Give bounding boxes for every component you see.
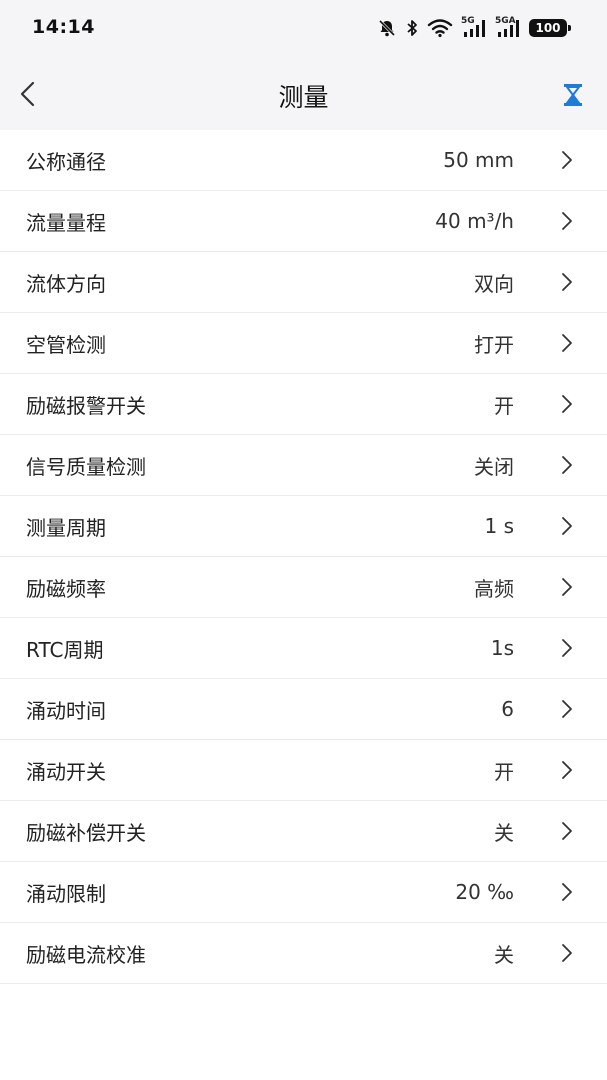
- item-label: 信号质量检测: [26, 454, 146, 479]
- history-button[interactable]: [559, 80, 587, 110]
- chevron-right-icon: [562, 456, 572, 474]
- bluetooth-icon: [405, 18, 419, 38]
- item-value: 20 ‰: [455, 880, 514, 904]
- item-label: 流量量程: [26, 210, 106, 235]
- chevron-right-icon: [562, 212, 572, 230]
- list-item-excitation-frequency[interactable]: 励磁频率 高频: [0, 557, 607, 618]
- item-value: 关: [494, 942, 514, 967]
- item-label: 空管检测: [26, 332, 106, 357]
- item-label: 涌动开关: [26, 759, 106, 784]
- item-value: 开: [494, 759, 514, 784]
- list-item-rtc-period[interactable]: RTC周期 1s: [0, 618, 607, 679]
- status-time: 14:14: [32, 16, 95, 38]
- navigation-bar: 测量: [0, 58, 607, 130]
- item-label: 励磁报警开关: [26, 393, 146, 418]
- item-label: 励磁补偿开关: [26, 820, 146, 845]
- item-value: 开: [494, 393, 514, 418]
- settings-list: 公称通径 50 mm 流量量程 40 m³/h 流体方向 双向 空管检测 打开 …: [0, 130, 607, 984]
- item-value: 40 m³/h: [435, 209, 514, 233]
- item-label: 涌动时间: [26, 698, 106, 723]
- chevron-right-icon: [562, 273, 572, 291]
- cellular-signal-1-icon: 5G: [461, 16, 487, 38]
- status-icons: 5G 5GA 100: [377, 16, 571, 40]
- list-item-surge-limit[interactable]: 涌动限制 20 ‰: [0, 862, 607, 923]
- item-label: 公称通径: [26, 149, 106, 174]
- status-bar: 14:14 5G 5GA 100: [0, 0, 607, 58]
- list-item-surge-switch[interactable]: 涌动开关 开: [0, 740, 607, 801]
- top-bar: 14:14 5G 5GA 100 测量: [0, 0, 607, 130]
- item-value: 双向: [474, 271, 514, 296]
- item-value: 6: [501, 697, 514, 721]
- list-item-excitation-alarm-switch[interactable]: 励磁报警开关 开: [0, 374, 607, 435]
- chevron-right-icon: [562, 883, 572, 901]
- item-value: 1 s: [484, 514, 514, 538]
- list-item-flow-direction[interactable]: 流体方向 双向: [0, 252, 607, 313]
- list-item-measurement-period[interactable]: 测量周期 1 s: [0, 496, 607, 557]
- item-label: RTC周期: [26, 637, 104, 662]
- list-item-signal-quality-detection[interactable]: 信号质量检测 关闭: [0, 435, 607, 496]
- chevron-right-icon: [562, 944, 572, 962]
- list-item-empty-pipe-detection[interactable]: 空管检测 打开: [0, 313, 607, 374]
- item-value: 1s: [490, 636, 514, 660]
- list-item-excitation-compensation-switch[interactable]: 励磁补偿开关 关: [0, 801, 607, 862]
- cellular-signal-2-icon: 5GA: [495, 16, 521, 38]
- item-label: 流体方向: [26, 271, 106, 296]
- item-label: 涌动限制: [26, 881, 106, 906]
- item-value: 打开: [474, 332, 514, 357]
- list-item-nominal-diameter[interactable]: 公称通径 50 mm: [0, 130, 607, 191]
- wifi-icon: [427, 18, 453, 38]
- item-value: 50 mm: [443, 148, 514, 172]
- battery-indicator: 100: [529, 19, 571, 37]
- chevron-right-icon: [562, 395, 572, 413]
- item-value: 关: [494, 820, 514, 845]
- item-label: 励磁频率: [26, 576, 106, 601]
- chevron-right-icon: [562, 517, 572, 535]
- chevron-right-icon: [562, 578, 572, 596]
- item-label: 测量周期: [26, 515, 106, 540]
- chevron-right-icon: [562, 334, 572, 352]
- list-item-flow-range[interactable]: 流量量程 40 m³/h: [0, 191, 607, 252]
- chevron-right-icon: [562, 639, 572, 657]
- mute-bell-icon: [377, 18, 397, 38]
- chevron-right-icon: [562, 822, 572, 840]
- hourglass-icon: [564, 84, 582, 106]
- chevron-right-icon: [562, 151, 572, 169]
- item-label: 励磁电流校准: [26, 942, 146, 967]
- item-value: 高频: [474, 576, 514, 601]
- list-item-surge-time[interactable]: 涌动时间 6: [0, 679, 607, 740]
- page-title: 测量: [278, 83, 329, 112]
- list-item-excitation-current-calibration[interactable]: 励磁电流校准 关: [0, 923, 607, 984]
- item-value: 关闭: [474, 454, 514, 479]
- chevron-right-icon: [562, 700, 572, 718]
- chevron-right-icon: [562, 761, 572, 779]
